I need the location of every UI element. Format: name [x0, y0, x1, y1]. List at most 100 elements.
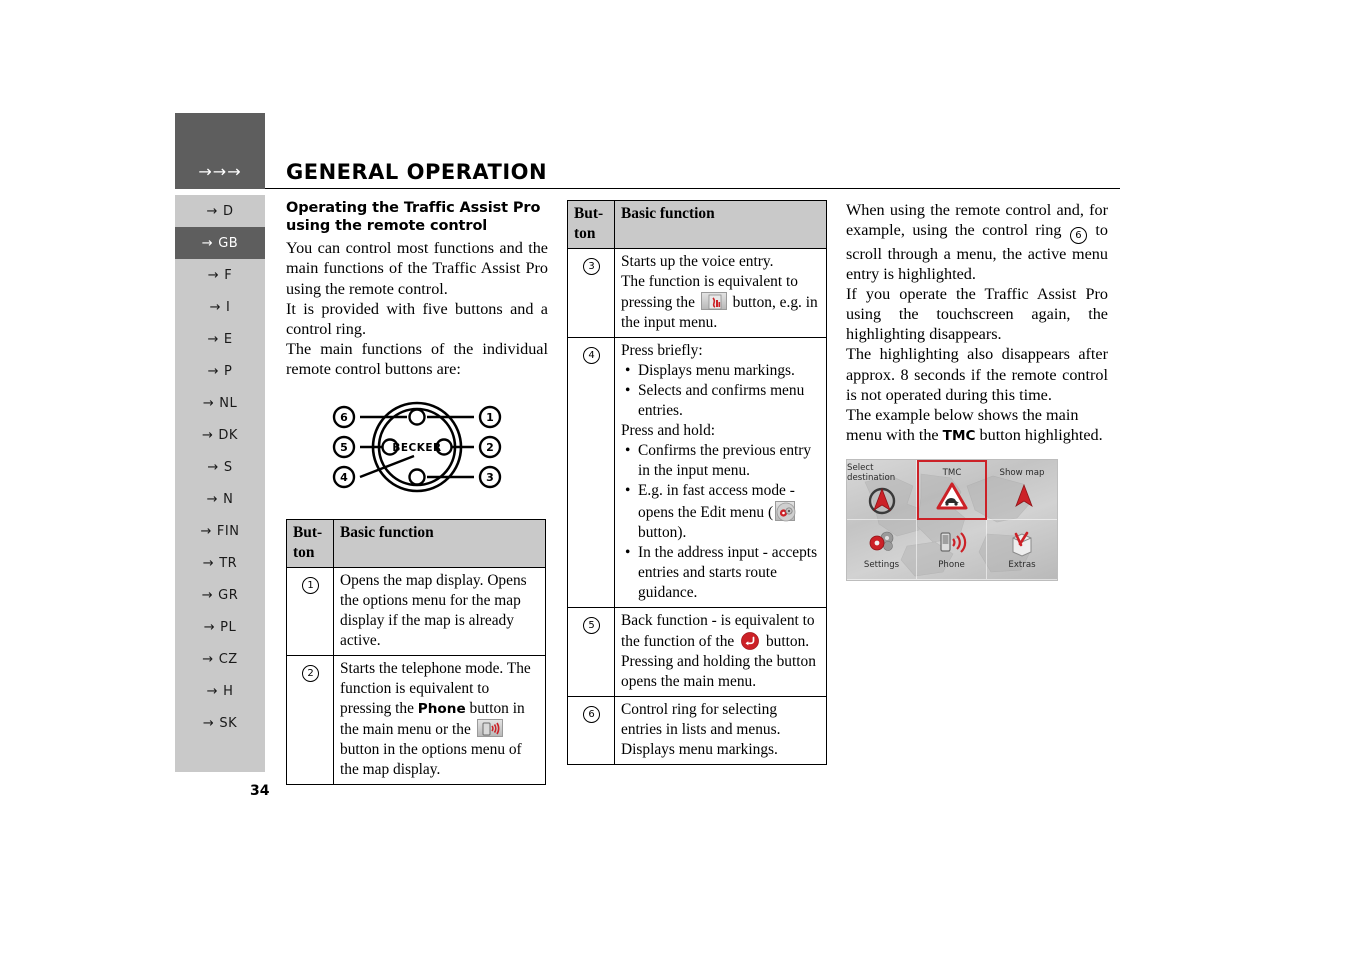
breadcrumb-arrows-icon: →→→ — [198, 162, 242, 181]
arrow-icon: → — [207, 459, 219, 475]
sidebar-item-h[interactable]: → H — [175, 675, 265, 707]
column-right: When using the remote control and, for e… — [846, 200, 1108, 581]
manual-page: →→→ → D → GB → F → I → E → P → NL → DK → S → N → FIN → TR → GR → PL… — [0, 0, 1351, 954]
sidebar-item-p[interactable]: → P — [175, 355, 265, 387]
tmc-button-name: TMC — [942, 427, 976, 444]
sidebar-item-gb[interactable]: → GB — [175, 227, 265, 259]
menu-label: Phone — [938, 560, 965, 571]
col-header-button: But- ton — [567, 199, 615, 250]
sidebar-item-label: E — [223, 331, 233, 347]
menu-cell-show-map[interactable]: Show map — [987, 460, 1057, 520]
sidebar-item-s[interactable]: → S — [175, 451, 265, 483]
svg-text:3: 3 — [486, 471, 494, 484]
menu-cell-phone[interactable]: Phone — [917, 519, 987, 580]
phone-icon — [476, 719, 503, 738]
sidebar-item-label: FIN — [216, 523, 240, 539]
language-sidebar[interactable]: → D → GB → F → I → E → P → NL → DK → S → N → FIN → TR → GR → PL → CZ →… — [175, 195, 265, 772]
table-header-row: But- ton Basic function — [286, 518, 546, 568]
callout-number: 1 — [302, 576, 319, 594]
right-paragraph-2: If you operate the Traffic Assist Pro us… — [846, 285, 1108, 344]
function-cell: Control ring for selecting entries in li… — [614, 696, 827, 766]
sidebar-item-cz[interactable]: → CZ — [175, 643, 265, 675]
sidebar-item-label: GR — [218, 587, 239, 603]
callout-number: 2 — [302, 665, 319, 683]
table-row: 3 Starts up the voice entry. The functio… — [567, 248, 827, 339]
main-menu-screenshot: Select destination TMC Show map Settings… — [846, 458, 1058, 581]
svg-text:6: 6 — [340, 411, 348, 424]
button-ref-cell: 3 — [567, 248, 615, 339]
function-cell: Press briefly: Displays menu markings. S… — [614, 337, 827, 609]
sidebar-item-tr[interactable]: → TR — [175, 547, 265, 579]
section-title-line1: Operating the Traffic Assist Pro — [286, 200, 541, 216]
press-hold-label: Press and hold: — [621, 422, 716, 440]
svg-text:2: 2 — [486, 441, 494, 454]
menu-cell-tmc[interactable]: TMC — [917, 459, 987, 520]
sidebar-item-n[interactable]: → N — [175, 483, 265, 515]
sidebar-item-label: S — [223, 459, 233, 475]
arrow-icon: → — [200, 523, 212, 539]
arrow-icon: → — [202, 555, 215, 571]
sidebar-item-label: D — [222, 203, 234, 219]
list-item: Selects and confirms menu entries. — [625, 381, 821, 421]
function-cell: Starts up the voice entry. The function … — [614, 248, 827, 339]
sidebar-item-i[interactable]: → I — [175, 291, 265, 323]
function-text-e: button in the options menu of the map di… — [340, 741, 522, 779]
function-cell: Starts the telephone mode. The function … — [333, 655, 546, 786]
menu-cell-select-destination[interactable]: Select destination — [847, 459, 917, 520]
arrow-icon: → — [202, 651, 214, 667]
list-item-text-b: button). — [638, 524, 687, 542]
right-paragraph-1: When using the remote control and, for e… — [846, 200, 1108, 284]
menu-label: Extras — [1008, 560, 1036, 571]
arrow-icon: → — [207, 331, 219, 347]
col-header-function: Basic function — [333, 518, 546, 568]
sidebar-item-gr[interactable]: → GR — [175, 579, 265, 611]
sidebar-item-e[interactable]: → E — [175, 323, 265, 355]
arrow-icon: → — [201, 235, 214, 251]
page-title: GENERAL OPERATION — [286, 160, 548, 184]
button-table-2: But- ton Basic function 3 Starts up the … — [567, 199, 827, 766]
sidebar-item-sk[interactable]: → SK — [175, 707, 265, 739]
sidebar-item-f[interactable]: → F — [175, 259, 265, 291]
callout-number: 6 — [583, 706, 600, 724]
arrow-icon: → — [202, 715, 215, 731]
sidebar-item-fin[interactable]: → FIN — [175, 515, 265, 547]
svg-text:5: 5 — [340, 441, 348, 454]
right-paragraph-3: The highlighting also disappears after a… — [846, 345, 1108, 404]
right-paragraph-1a: When using the remote control and, for e… — [846, 201, 1108, 240]
arrow-icon: → — [202, 395, 215, 411]
menu-cell-extras[interactable]: Extras — [987, 520, 1057, 580]
arrow-icon: → — [206, 491, 219, 507]
function-cell: Back function - is equivalent to the fun… — [614, 607, 827, 698]
table-header-row: But- ton Basic function — [567, 199, 827, 250]
column-middle: But- ton Basic function 3 Starts up the … — [567, 199, 829, 766]
list-item-text-a: E.g. in fast access mode - opens the Edi… — [638, 482, 795, 522]
col-header-button-l1: But- — [293, 523, 323, 541]
table-row: 1 Opens the map display. Opens the optio… — [286, 566, 546, 657]
sidebar-item-label: PL — [220, 619, 237, 635]
menu-cell-settings[interactable]: Settings — [847, 519, 917, 580]
arrow-icon: → — [207, 363, 220, 379]
function-text-b: Displays menu markings. — [621, 741, 778, 759]
right-paragraph-4b: button highlighted. — [975, 425, 1103, 444]
col-header-function: Basic function — [614, 199, 827, 250]
function-text-a: Starts up the voice entry. — [621, 253, 774, 271]
col-header-button: But- ton — [286, 518, 334, 568]
button-table-1: But- ton Basic function 1 Opens the map … — [286, 518, 546, 786]
arrow-icon: → — [206, 683, 219, 699]
sidebar-item-nl[interactable]: → NL — [175, 387, 265, 419]
sidebar-item-d[interactable]: → D — [175, 195, 265, 227]
sidebar-item-pl[interactable]: → PL — [175, 611, 265, 643]
button-ref-cell: 4 — [567, 337, 615, 609]
table-row: 4 Press briefly: Displays menu markings.… — [567, 337, 827, 609]
arrow-icon: → — [206, 203, 218, 219]
callout-number: 5 — [583, 617, 600, 635]
intro-paragraph-2: It is provided with five buttons and a c… — [286, 299, 548, 338]
phone-button-name: Phone — [417, 701, 466, 718]
main-menu-grid: Select destination TMC Show map Settings… — [847, 459, 1057, 580]
callout-number: 3 — [583, 258, 600, 276]
callout-number-inline: 6 — [1069, 227, 1087, 245]
function-cell: Opens the map display. Opens the options… — [333, 566, 546, 657]
sidebar-item-label: N — [223, 491, 234, 507]
sidebar-item-dk[interactable]: → DK — [175, 419, 265, 451]
button-ref-cell: 6 — [567, 696, 615, 766]
